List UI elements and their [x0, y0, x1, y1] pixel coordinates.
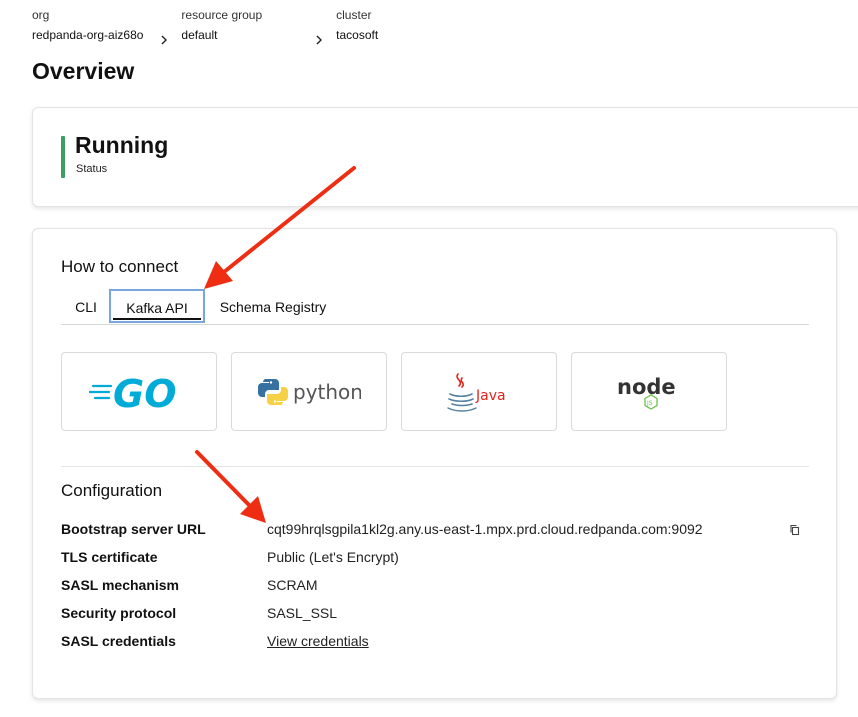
config-row-sasl-credentials: SASL credentials View credentials	[61, 633, 809, 661]
python-logo-icon: python	[258, 378, 361, 405]
config-row-bootstrap-url: Bootstrap server URL cqt99hrqlsgpila1kl2…	[61, 521, 809, 549]
lang-option-python[interactable]: python	[231, 352, 387, 431]
python-logo-text: python	[293, 380, 361, 404]
breadcrumb: org redpanda-org-aiz68o resource group d…	[32, 8, 378, 46]
config-value: SCRAM	[267, 577, 318, 593]
status-value: Running	[75, 132, 169, 158]
config-value: cqt99hrqlsgpila1kl2g.any.us-east-1.mpx.p…	[267, 521, 703, 537]
chevron-right-icon	[153, 8, 175, 46]
node-logo-text: node	[617, 375, 676, 399]
how-to-connect-card: How to connect CLI Kafka API Schema Regi…	[32, 228, 837, 699]
go-logo-text: GO	[113, 372, 177, 412]
view-credentials-link[interactable]: View credentials	[267, 633, 369, 649]
copy-icon[interactable]	[789, 524, 801, 536]
java-logo-text: Java	[475, 388, 506, 404]
breadcrumb-label: resource group	[181, 8, 263, 22]
config-row-security-protocol: Security protocol SASL_SSL	[61, 605, 809, 633]
configuration-list: Bootstrap server URL cqt99hrqlsgpila1kl2…	[61, 521, 809, 661]
config-value: Public (Let's Encrypt)	[267, 549, 399, 565]
breadcrumb-label: cluster	[336, 8, 372, 22]
breadcrumb-label: org	[32, 8, 50, 22]
tab-kafka-api[interactable]: Kafka API	[109, 289, 205, 323]
tab-schema-registry[interactable]: Schema Registry	[213, 292, 333, 323]
how-to-connect-title: How to connect	[61, 257, 179, 276]
go-logo-icon: GO	[89, 372, 177, 412]
config-value: SASL_SSL	[267, 605, 338, 621]
config-key: Security protocol	[61, 605, 177, 621]
status-indicator-bar	[61, 136, 65, 178]
connect-tabs: CLI Kafka API Schema Registry	[61, 289, 809, 325]
breadcrumb-value[interactable]: redpanda-org-aiz68o	[32, 25, 143, 45]
config-key: Bootstrap server URL	[61, 521, 206, 537]
language-options: GO python Java node JS	[61, 352, 727, 431]
section-divider	[61, 466, 809, 467]
chevron-right-icon	[308, 8, 330, 46]
java-logo-icon: Java	[447, 372, 506, 412]
lang-option-nodejs[interactable]: node JS	[571, 352, 727, 431]
tab-cli[interactable]: CLI	[61, 292, 111, 323]
status-card: Running Status	[32, 107, 858, 207]
config-row-sasl-mechanism: SASL mechanism SCRAM	[61, 577, 809, 605]
breadcrumb-resource-group[interactable]: resource group default	[181, 8, 262, 45]
node-js-badge-text: JS	[646, 400, 653, 407]
breadcrumb-org[interactable]: org redpanda-org-aiz68o	[32, 8, 143, 45]
config-row-tls-certificate: TLS certificate Public (Let's Encrypt)	[61, 549, 809, 577]
configuration-title: Configuration	[61, 481, 163, 500]
nodejs-logo-icon: node JS	[617, 375, 676, 410]
breadcrumb-value[interactable]: default	[181, 25, 262, 45]
status-label: Status	[76, 163, 108, 175]
page-title: Overview	[32, 58, 135, 84]
config-key: TLS certificate	[61, 549, 158, 565]
config-key: SASL mechanism	[61, 577, 180, 593]
breadcrumb-value[interactable]: tacosoft	[336, 25, 378, 45]
lang-option-java[interactable]: Java	[401, 352, 557, 431]
config-key: SASL credentials	[61, 633, 176, 649]
lang-option-go[interactable]: GO	[61, 352, 217, 431]
breadcrumb-cluster[interactable]: cluster tacosoft	[336, 8, 378, 45]
